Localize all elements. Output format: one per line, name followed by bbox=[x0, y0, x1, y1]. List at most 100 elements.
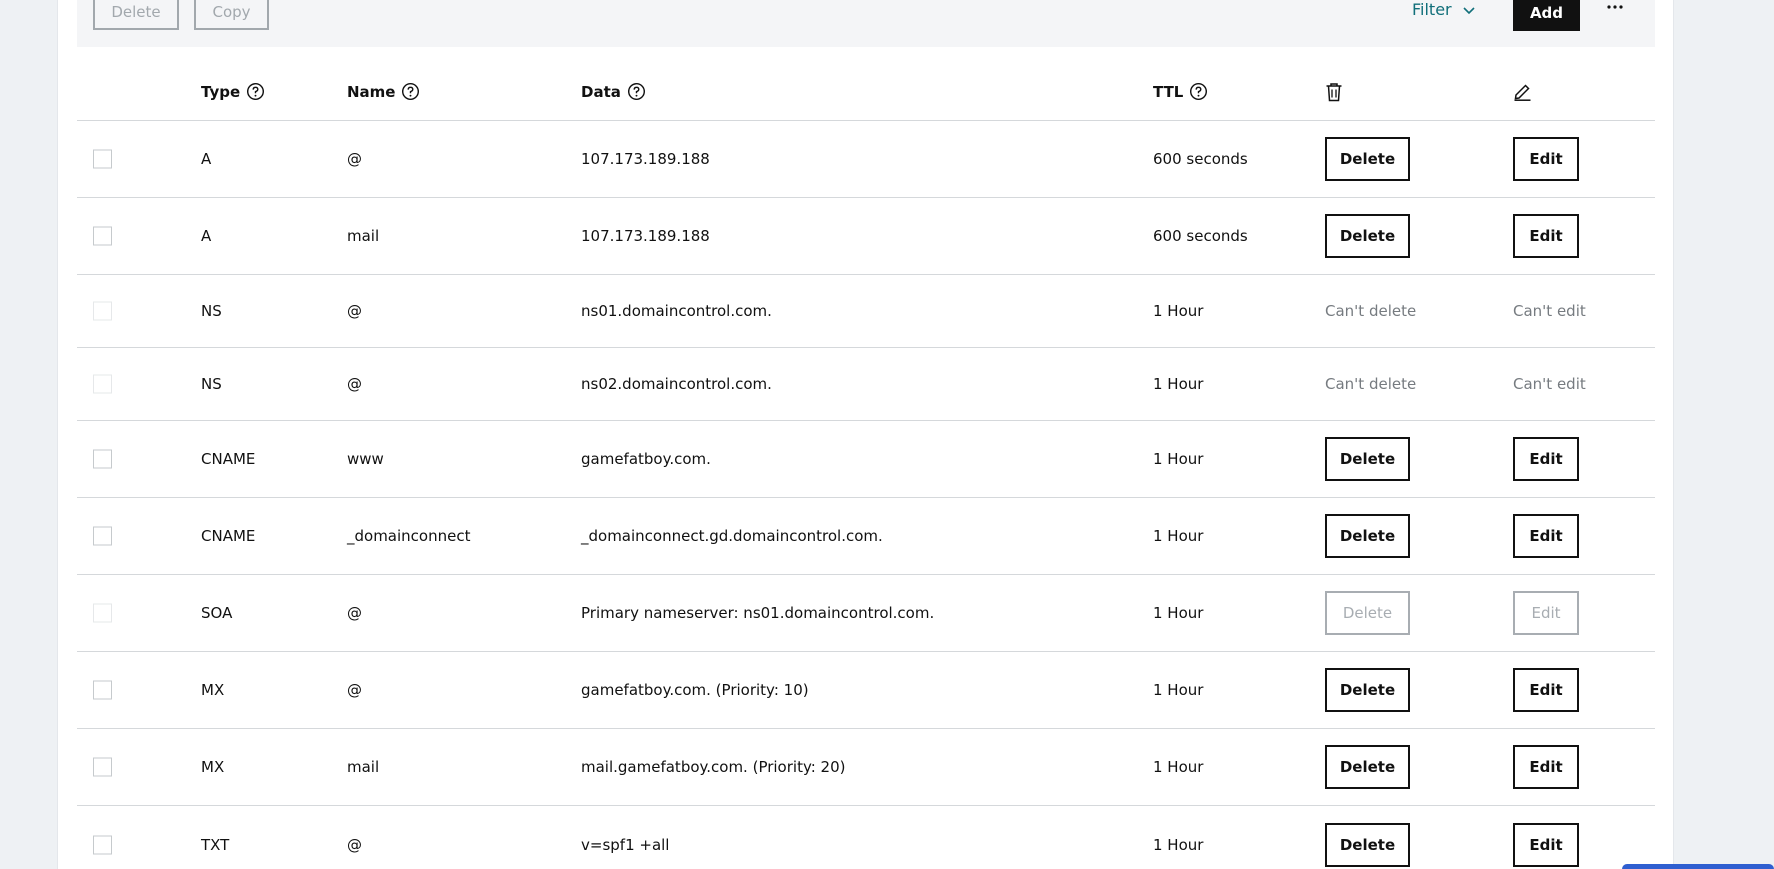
column-header-edit bbox=[1513, 82, 1532, 101]
pencil-icon bbox=[1514, 84, 1531, 101]
record-data: ns02.domaincontrol.com. bbox=[581, 375, 772, 393]
delete-record-button[interactable]: Delete bbox=[1325, 514, 1410, 558]
column-header-ttl: TTL bbox=[1153, 82, 1208, 101]
bulk-copy-button[interactable]: Copy bbox=[194, 0, 269, 30]
record-ttl: 600 seconds bbox=[1153, 227, 1248, 245]
record-type: A bbox=[201, 227, 212, 245]
record-type: MX bbox=[201, 681, 225, 699]
delete-record-button[interactable]: Delete bbox=[1325, 137, 1410, 181]
record-data: gamefatboy.com. (Priority: 10) bbox=[581, 681, 809, 699]
cant-delete-label: Can't delete bbox=[1325, 302, 1417, 320]
cant-delete-label: Can't delete bbox=[1325, 375, 1417, 393]
row-checkbox[interactable] bbox=[93, 449, 112, 469]
record-ttl: 1 Hour bbox=[1153, 375, 1204, 393]
record-name: @ bbox=[347, 302, 362, 320]
row-checkbox[interactable] bbox=[93, 835, 112, 854]
help-circle-icon[interactable] bbox=[1189, 82, 1208, 101]
help-circle-icon[interactable] bbox=[246, 82, 265, 101]
record-type: TXT bbox=[201, 835, 230, 854]
row-checkbox bbox=[93, 374, 112, 394]
record-data: _domainconnect.gd.domaincontrol.com. bbox=[581, 527, 883, 545]
record-type: NS bbox=[201, 375, 222, 393]
table-row: CNAME www gamefatboy.com. 1 Hour Delete … bbox=[77, 421, 1655, 498]
table-row: CNAME _domainconnect _domainconnect.gd.d… bbox=[77, 498, 1655, 575]
edit-record-button[interactable]: Edit bbox=[1513, 137, 1579, 181]
edit-record-button[interactable]: Edit bbox=[1513, 822, 1579, 867]
delete-record-button[interactable]: Delete bbox=[1325, 668, 1410, 712]
record-name: @ bbox=[347, 681, 362, 699]
record-type: CNAME bbox=[201, 527, 256, 545]
records-toolbar: Delete Copy Filter Add bbox=[77, 0, 1655, 47]
edit-record-button[interactable]: Edit bbox=[1513, 668, 1579, 712]
table-row: MX @ gamefatboy.com. (Priority: 10) 1 Ho… bbox=[77, 652, 1655, 729]
record-name: mail bbox=[347, 227, 380, 245]
record-name: @ bbox=[347, 375, 362, 393]
cant-edit-label: Can't edit bbox=[1513, 375, 1586, 393]
record-name: mail bbox=[347, 758, 380, 776]
bulk-delete-button[interactable]: Delete bbox=[93, 0, 179, 30]
record-name: www bbox=[347, 450, 384, 468]
help-circle-icon[interactable] bbox=[627, 82, 646, 101]
record-data: v=spf1 +all bbox=[581, 835, 670, 854]
delete-record-button: Delete bbox=[1325, 591, 1410, 635]
record-data: mail.gamefatboy.com. (Priority: 20) bbox=[581, 758, 846, 776]
record-ttl: 1 Hour bbox=[1153, 604, 1204, 622]
row-checkbox[interactable] bbox=[93, 226, 112, 246]
record-data: Primary nameserver: ns01.domaincontrol.c… bbox=[581, 604, 935, 622]
cant-edit-label: Can't edit bbox=[1513, 302, 1586, 320]
record-type: A bbox=[201, 150, 212, 168]
edit-record-button[interactable]: Edit bbox=[1513, 214, 1579, 258]
more-options-button[interactable] bbox=[1604, 0, 1626, 15]
column-header-delete bbox=[1325, 82, 1343, 102]
record-ttl: 1 Hour bbox=[1153, 450, 1204, 468]
column-header-name-label: Name bbox=[347, 82, 396, 101]
filter-label: Filter bbox=[1412, 0, 1452, 19]
row-checkbox[interactable] bbox=[93, 149, 112, 169]
table-header: Type Name Data TTL bbox=[77, 47, 1655, 121]
record-ttl: 1 Hour bbox=[1153, 758, 1204, 776]
row-checkbox[interactable] bbox=[93, 757, 112, 777]
floating-widget-edge[interactable] bbox=[1622, 864, 1774, 869]
delete-record-button[interactable]: Delete bbox=[1325, 214, 1410, 258]
table-row: TXT @ v=spf1 +all 1 Hour Delete Edit bbox=[77, 806, 1655, 869]
delete-record-button[interactable]: Delete bbox=[1325, 745, 1410, 789]
record-ttl: 1 Hour bbox=[1153, 527, 1204, 545]
record-ttl: 1 Hour bbox=[1153, 302, 1204, 320]
edit-record-button[interactable]: Edit bbox=[1513, 437, 1579, 481]
record-name: _domainconnect bbox=[347, 527, 471, 545]
dns-records-panel: Delete Copy Filter Add Type Name Data TT… bbox=[57, 0, 1674, 869]
record-name: @ bbox=[347, 604, 362, 622]
row-checkbox[interactable] bbox=[93, 526, 112, 546]
trash-icon bbox=[1326, 83, 1342, 102]
delete-record-button[interactable]: Delete bbox=[1325, 822, 1410, 867]
filter-button[interactable]: Filter bbox=[1412, 0, 1476, 19]
delete-record-button[interactable]: Delete bbox=[1325, 437, 1410, 481]
column-header-type-label: Type bbox=[201, 82, 241, 101]
edit-record-button[interactable]: Edit bbox=[1513, 514, 1579, 558]
record-data: ns01.domaincontrol.com. bbox=[581, 302, 772, 320]
column-header-ttl-label: TTL bbox=[1153, 82, 1184, 101]
add-record-button[interactable]: Add bbox=[1513, 0, 1580, 31]
row-checkbox bbox=[93, 603, 112, 623]
row-checkbox[interactable] bbox=[93, 680, 112, 700]
column-header-name: Name bbox=[347, 82, 420, 101]
row-checkbox bbox=[93, 301, 112, 321]
table-row: A @ 107.173.189.188 600 seconds Delete E… bbox=[77, 121, 1655, 198]
record-data: gamefatboy.com. bbox=[581, 450, 711, 468]
table-row: SOA @ Primary nameserver: ns01.domaincon… bbox=[77, 575, 1655, 652]
record-name: @ bbox=[347, 150, 362, 168]
column-header-data-label: Data bbox=[581, 82, 621, 101]
record-type: MX bbox=[201, 758, 225, 776]
edit-record-button[interactable]: Edit bbox=[1513, 745, 1579, 789]
record-data: 107.173.189.188 bbox=[581, 150, 710, 168]
record-ttl: 600 seconds bbox=[1153, 150, 1248, 168]
record-data: 107.173.189.188 bbox=[581, 227, 710, 245]
table-row: NS @ ns02.domaincontrol.com. 1 Hour Can'… bbox=[77, 348, 1655, 421]
table-row: A mail 107.173.189.188 600 seconds Delet… bbox=[77, 198, 1655, 275]
record-name: @ bbox=[347, 835, 362, 854]
help-circle-icon[interactable] bbox=[401, 82, 420, 101]
record-type: SOA bbox=[201, 604, 233, 622]
column-header-type: Type bbox=[201, 82, 265, 101]
record-ttl: 1 Hour bbox=[1153, 835, 1204, 854]
record-ttl: 1 Hour bbox=[1153, 681, 1204, 699]
